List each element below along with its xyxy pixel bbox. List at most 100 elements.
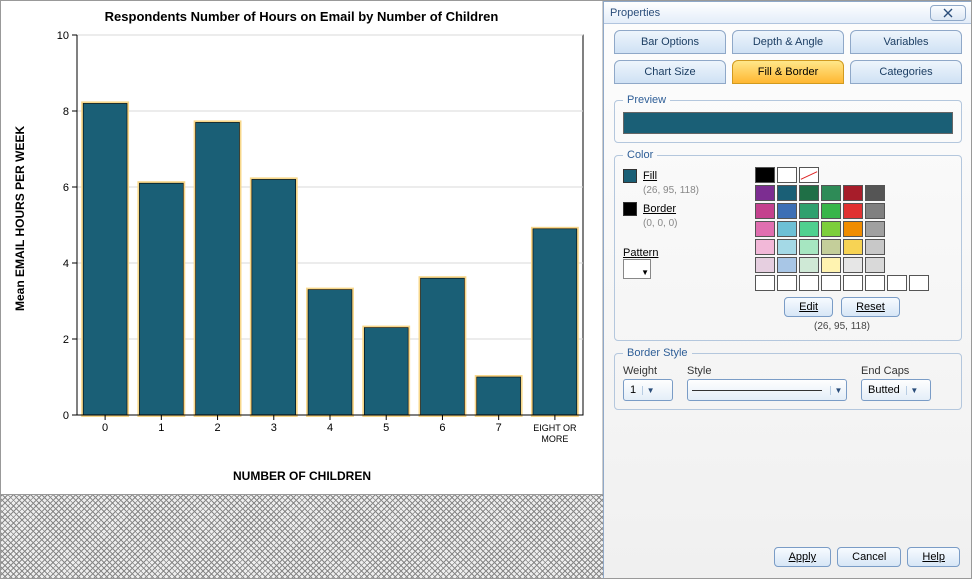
bottom-strip-texture	[1, 494, 603, 579]
apply-button[interactable]: Apply	[774, 547, 832, 567]
bar[interactable]	[308, 290, 352, 415]
palette-cell[interactable]	[777, 221, 797, 237]
tab-fill-border[interactable]: Fill & Border	[732, 60, 844, 84]
palette-cell[interactable]	[887, 275, 907, 291]
style-label: Style	[687, 365, 847, 377]
color-group-label: Color	[623, 149, 657, 161]
palette-cell[interactable]	[821, 185, 841, 201]
border-swatch	[623, 202, 637, 216]
weight-label: Weight	[623, 365, 673, 377]
bar[interactable]	[196, 122, 240, 415]
palette-cell[interactable]	[821, 275, 841, 291]
palette-cell[interactable]	[821, 221, 841, 237]
endcaps-combo[interactable]: Butted ▼	[861, 379, 931, 401]
palette-cell[interactable]	[843, 275, 863, 291]
palette-cell[interactable]	[777, 185, 797, 201]
palette-cell[interactable]	[799, 275, 819, 291]
palette-cell[interactable]	[777, 275, 797, 291]
weight-value: 1	[624, 384, 642, 396]
preview-label: Preview	[623, 94, 670, 106]
svg-text:6: 6	[63, 182, 69, 194]
line-style-preview	[692, 390, 822, 391]
palette-cell[interactable]	[755, 275, 775, 291]
endcaps-value: Butted	[862, 384, 906, 396]
close-button[interactable]	[930, 5, 966, 21]
chart-title: Respondents Number of Hours on Email by …	[1, 9, 602, 24]
chart-pane: Respondents Number of Hours on Email by …	[1, 1, 603, 494]
tab-categories[interactable]: Categories	[850, 60, 962, 84]
border-style-label: Border Style	[623, 347, 692, 359]
dialog-title: Properties	[610, 7, 930, 19]
style-combo[interactable]: ▼	[687, 379, 847, 401]
palette-cell[interactable]	[821, 203, 841, 219]
palette-cell[interactable]	[843, 257, 863, 273]
palette-cell[interactable]	[777, 203, 797, 219]
tab-variables[interactable]: Variables	[850, 30, 962, 54]
palette-cell[interactable]	[755, 203, 775, 219]
pattern-combo[interactable]: ▼	[623, 259, 651, 279]
palette-cell[interactable]	[843, 221, 863, 237]
svg-text:4: 4	[63, 258, 69, 270]
dialog-titlebar[interactable]: Properties	[604, 2, 972, 24]
bar[interactable]	[252, 179, 296, 415]
svg-text:2: 2	[214, 422, 220, 434]
palette-cell[interactable]	[865, 239, 885, 255]
bar[interactable]	[83, 103, 127, 415]
endcaps-label: End Caps	[861, 365, 931, 377]
svg-text:8: 8	[63, 106, 69, 118]
palette-cell[interactable]	[755, 257, 775, 273]
cancel-button[interactable]: Cancel	[837, 547, 901, 567]
palette-cell[interactable]	[755, 239, 775, 255]
dialog-body: Preview Color Fill (26, 95, 118) Border …	[604, 84, 972, 424]
tabs-row-1: Bar Options Depth & Angle Variables	[604, 24, 972, 54]
palette-cell[interactable]	[865, 257, 885, 273]
bar[interactable]	[364, 328, 408, 415]
bar[interactable]	[477, 377, 521, 415]
pattern-label: Pattern	[623, 247, 743, 259]
palette-cell[interactable]	[777, 239, 797, 255]
weight-combo[interactable]: 1 ▼	[623, 379, 673, 401]
palette-cell[interactable]	[865, 203, 885, 219]
palette-cell[interactable]	[821, 239, 841, 255]
fill-swatch	[623, 169, 637, 183]
palette-cell[interactable]	[843, 203, 863, 219]
palette-cell[interactable]	[865, 275, 885, 291]
palette-cell[interactable]	[799, 185, 819, 201]
bar[interactable]	[139, 183, 183, 415]
palette-cell[interactable]	[799, 203, 819, 219]
chevron-down-icon: ▼	[641, 268, 649, 277]
chevron-down-icon: ▼	[642, 386, 658, 395]
svg-text:10: 10	[57, 30, 69, 42]
tab-bar-options[interactable]: Bar Options	[614, 30, 726, 54]
dialog-footer: Apply Cancel Help	[774, 547, 960, 567]
help-button[interactable]: Help	[907, 547, 960, 567]
border-style-group: Border Style Weight 1 ▼ Style ▼	[614, 347, 962, 410]
bar[interactable]	[421, 278, 465, 415]
palette-cell[interactable]	[799, 257, 819, 273]
tab-chart-size[interactable]: Chart Size	[614, 60, 726, 84]
palette-cell[interactable]	[865, 221, 885, 237]
palette-cell[interactable]	[799, 167, 819, 183]
reset-color-button[interactable]: Reset	[841, 297, 900, 317]
palette-cell[interactable]	[777, 167, 797, 183]
palette-cell[interactable]	[909, 275, 929, 291]
palette-cell[interactable]	[799, 239, 819, 255]
palette-cell[interactable]	[821, 257, 841, 273]
border-label: Border	[643, 203, 676, 215]
palette-cell[interactable]	[799, 221, 819, 237]
palette-cell[interactable]	[777, 257, 797, 273]
tab-depth-angle[interactable]: Depth & Angle	[732, 30, 844, 54]
palette-cell[interactable]	[843, 185, 863, 201]
fill-color-row[interactable]: Fill	[623, 169, 743, 183]
palette-cell[interactable]	[865, 185, 885, 201]
palette-cell[interactable]	[755, 185, 775, 201]
tabs-row-2: Chart Size Fill & Border Categories	[604, 54, 972, 84]
palette-cell[interactable]	[755, 221, 775, 237]
palette-cell[interactable]	[843, 239, 863, 255]
palette-cell[interactable]	[755, 167, 775, 183]
border-color-row[interactable]: Border	[623, 202, 743, 216]
color-palette	[755, 167, 929, 291]
svg-text:1: 1	[158, 422, 164, 434]
edit-color-button[interactable]: Edit	[784, 297, 833, 317]
bar[interactable]	[533, 229, 577, 415]
